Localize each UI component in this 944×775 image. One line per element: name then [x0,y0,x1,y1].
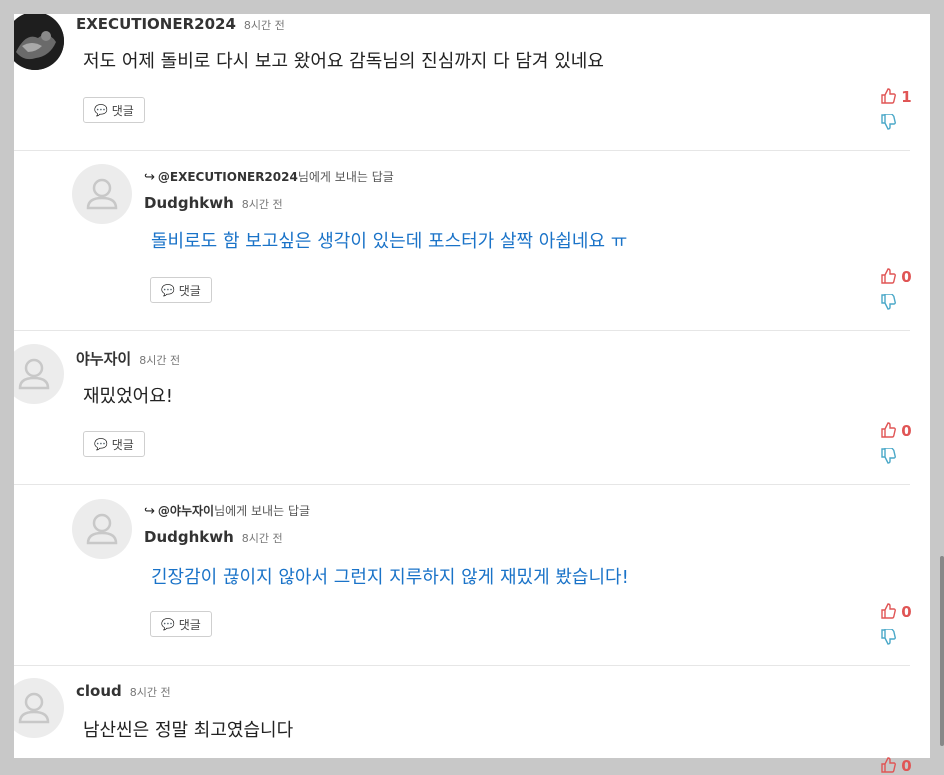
reply-target-user[interactable]: @야누자이 [158,504,214,518]
comment-text: 남산씬은 정말 최고였습니다 [83,720,294,741]
comment-author[interactable]: cloud 8시간 전 [76,682,171,700]
reply-target: ↪ @EXECUTIONER2024님에게 보내는 답글 [144,168,394,185]
default-user-icon [18,692,50,724]
reply-target-suffix: 님에게 보내는 답글 [297,170,394,184]
reply-target: ↪ @야누자이님에게 보내는 답글 [144,502,310,519]
default-user-icon [86,513,118,545]
dislike-button[interactable] [880,628,896,649]
like-count: 0 [901,757,912,775]
divider [14,665,910,666]
thumbs-up-icon [881,422,896,438]
default-user-icon [86,178,118,210]
like-count: 0 [901,603,912,621]
reply-button[interactable]: 💬 댓글 [83,431,145,457]
reply-arrow-icon: ↪ [144,504,155,519]
author-name[interactable]: Dudghkwh [144,528,234,546]
like-button[interactable]: 0 [880,422,912,440]
reply-arrow-icon: ↪ [144,170,155,185]
thumbs-up-icon [881,603,896,619]
reply-button-label: 댓글 [178,283,201,298]
comment-panel: EXECUTIONER2024 8시간 전 저도 어제 돌비로 다시 보고 왔어요… [14,14,930,758]
comment-text: 저도 어제 돌비로 다시 보고 왔어요 감독님의 진심까지 다 담겨 있네요 [83,51,604,72]
speech-bubble-icon: 💬 [161,617,175,631]
author-name[interactable]: 야누자이 [76,350,131,368]
comment-text: 재밌었어요! [83,386,174,407]
thumbs-down-icon [881,293,896,310]
like-count: 1 [901,88,912,106]
like-button[interactable]: 0 [880,268,912,286]
thumbs-up-icon [881,268,896,284]
comment-author[interactable]: Dudghkwh 8시간 전 [144,528,283,546]
default-user-icon [18,358,50,390]
thumbs-down-icon [881,447,896,464]
thumbs-up-icon [881,757,896,773]
reply-target-user[interactable]: @EXECUTIONER2024 [158,170,298,184]
thumbs-down-icon [881,628,896,645]
reply-button[interactable]: 💬 댓글 [83,97,145,123]
like-button[interactable]: 1 [880,88,912,106]
reply-button[interactable]: 💬 댓글 [150,277,212,303]
comment-time: 8시간 전 [243,19,285,32]
comment-time: 8시간 전 [129,686,171,699]
divider [14,330,910,331]
avatar[interactable] [14,678,64,738]
thumbs-up-icon [881,88,896,104]
like-count: 0 [901,268,912,286]
avatar[interactable] [14,14,64,70]
speech-bubble-icon: 💬 [94,103,108,117]
reply-button-label: 댓글 [111,103,134,118]
comment-time: 8시간 전 [241,198,283,211]
avatar[interactable] [14,344,64,404]
comment-author[interactable]: EXECUTIONER2024 8시간 전 [76,15,285,33]
dislike-button[interactable] [880,113,896,134]
divider [14,484,910,485]
divider [14,150,910,151]
avatar[interactable] [72,164,132,224]
comment-author[interactable]: 야누자이 8시간 전 [76,348,180,369]
reply-target-suffix: 님에게 보내는 답글 [214,504,311,518]
dislike-button[interactable] [880,447,896,468]
reply-button[interactable]: 💬 댓글 [150,611,212,637]
like-count: 0 [901,422,912,440]
author-name[interactable]: Dudghkwh [144,194,234,212]
speech-bubble-icon: 💬 [94,437,108,451]
reply-button-label: 댓글 [178,617,201,632]
author-name[interactable]: EXECUTIONER2024 [76,15,236,33]
like-button[interactable]: 0 [880,757,912,775]
scrollbar[interactable] [940,556,944,746]
avatar[interactable] [72,499,132,559]
author-name[interactable]: cloud [76,682,122,700]
dislike-button[interactable] [880,293,896,314]
comment-text: 돌비로도 함 보고싶은 생각이 있는데 포스터가 살짝 아쉽네요 ㅠ [151,231,628,252]
like-button[interactable]: 0 [880,603,912,621]
comment-author[interactable]: Dudghkwh 8시간 전 [144,194,283,212]
comment-time: 8시간 전 [241,532,283,545]
speech-bubble-icon: 💬 [161,283,175,297]
comment-text: 긴장감이 끊이지 않아서 그런지 지루하지 않게 재밌게 봤습니다! [151,567,629,588]
thumbs-down-icon [881,113,896,130]
avatar-photo-icon [14,14,64,70]
reply-button-label: 댓글 [111,437,134,452]
comment-time: 8시간 전 [139,354,181,367]
